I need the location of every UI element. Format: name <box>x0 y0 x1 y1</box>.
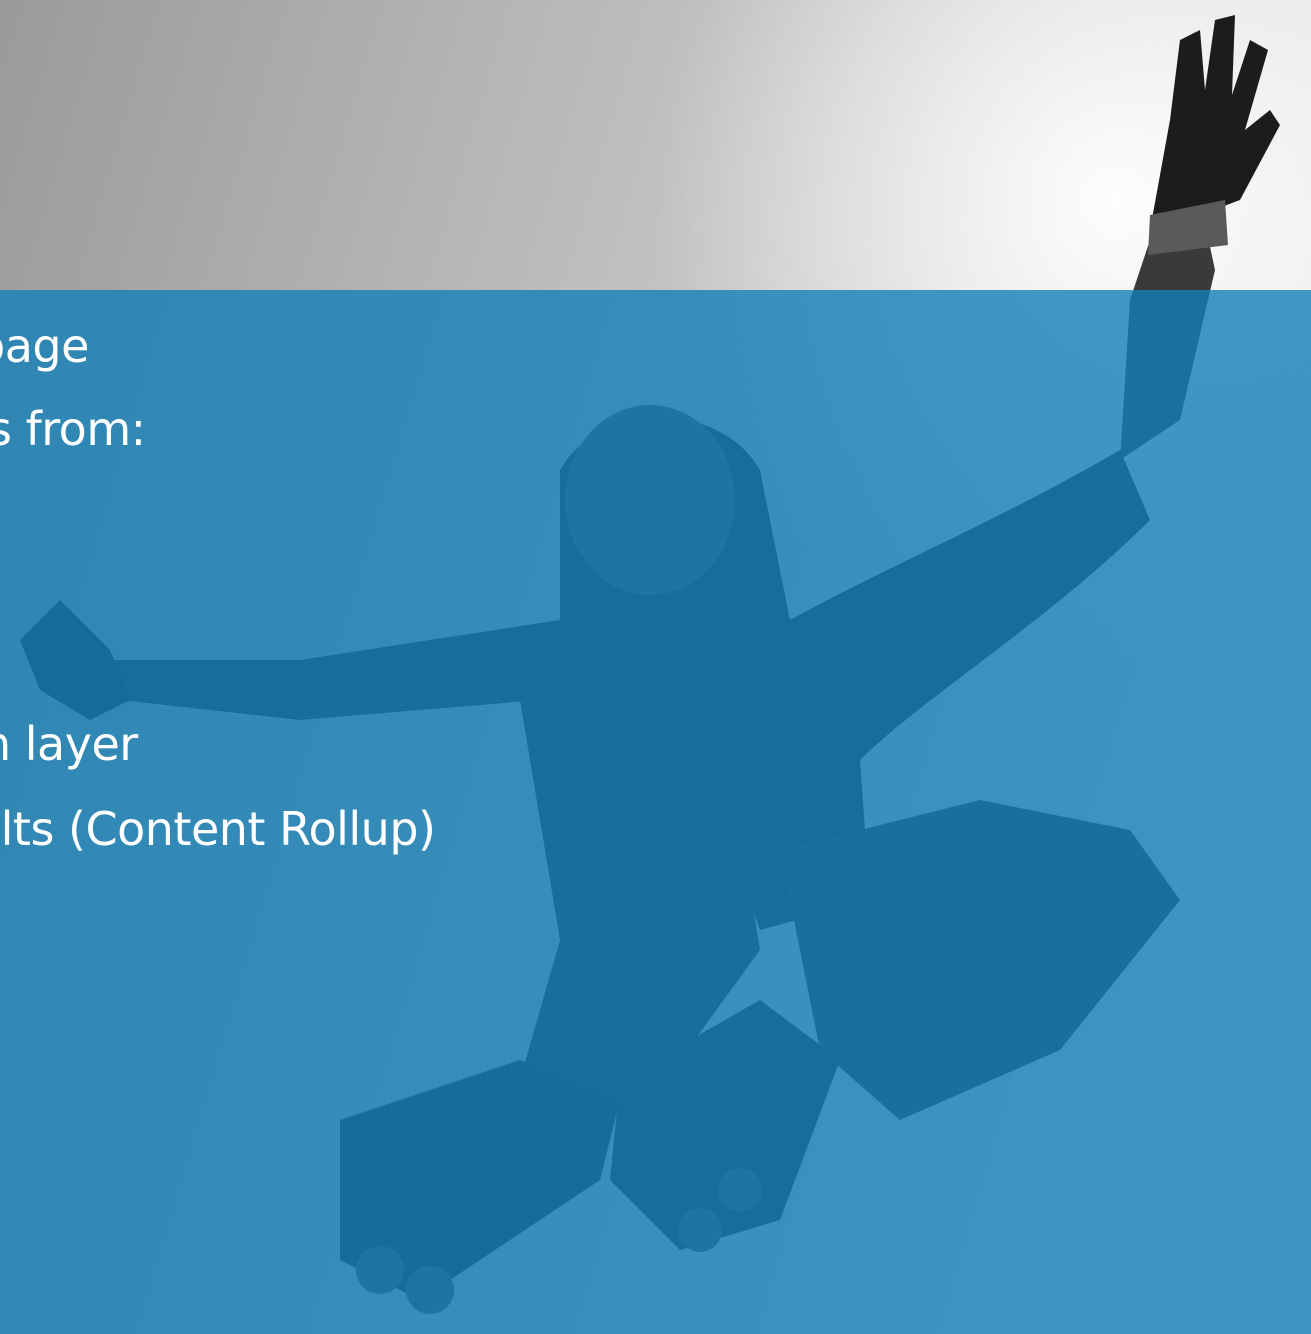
slide: page s from: n layer ults (Content Rollu… <box>0 0 1311 1334</box>
bullet-line: s from: <box>0 402 146 456</box>
bullet-line: ults (Content Rollup) <box>0 802 436 856</box>
bullet-list: page s from: n layer ults (Content Rollu… <box>0 290 1311 1334</box>
bullet-line: n layer <box>0 717 138 771</box>
bullet-line: page <box>0 319 89 373</box>
